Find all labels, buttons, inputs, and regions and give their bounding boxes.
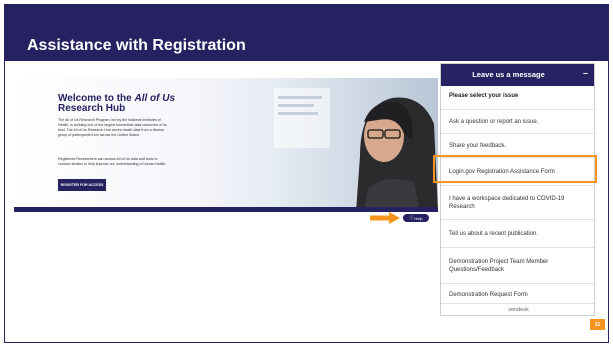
minimize-button[interactable]: –	[583, 68, 588, 78]
widget-subtitle: Please select your issue	[449, 93, 519, 99]
slide-title: Assistance with Registration	[27, 37, 246, 54]
help-button[interactable]: ⓘ Help	[403, 214, 429, 222]
zendesk-footer: zendesk	[441, 303, 594, 315]
help-label: Help	[414, 215, 423, 221]
zendesk-widget: Leave us a message – Please select your …	[440, 63, 595, 316]
issue-option-ask-question[interactable]: Ask a question or report an issue.	[441, 109, 594, 133]
issue-option-recent-publication[interactable]: Tell us about a recent publication.	[441, 219, 594, 247]
issue-option-covid-workspace[interactable]: I have a workspace dedicated to COVID-19…	[441, 185, 594, 219]
page-number-badge: 31	[590, 319, 605, 330]
hub-welcome-title: Welcome to the All of Us Research Hub	[58, 93, 176, 114]
widget-header: Leave us a message –	[441, 64, 594, 86]
hub-intro-paragraph: The All of Us Research Program, led by t…	[58, 118, 167, 137]
researcher-photo	[264, 78, 438, 212]
issue-option-demo-request-form[interactable]: Demonstration Request Form	[441, 283, 594, 305]
issue-option-share-feedback[interactable]: Share your feedback.	[441, 133, 594, 157]
highlight-box	[433, 155, 597, 183]
question-circle-icon: ⓘ	[409, 215, 414, 220]
issue-option-demo-project-feedback[interactable]: Demonstration Project Team Member Questi…	[441, 247, 594, 283]
register-for-access-button[interactable]: REGISTER FOR ACCESS	[58, 179, 106, 191]
hub-researcher-paragraph: Registered Researchers can access All of…	[58, 157, 167, 166]
research-hub-banner: Welcome to the All of Us Research Hub Th…	[14, 78, 438, 212]
widget-title: Leave us a message	[472, 70, 545, 79]
slide: Assistance with Registration Welcome to …	[0, 0, 613, 347]
slide-header: Assistance with Registration	[5, 5, 608, 61]
orange-right-arrow-icon	[370, 212, 400, 224]
